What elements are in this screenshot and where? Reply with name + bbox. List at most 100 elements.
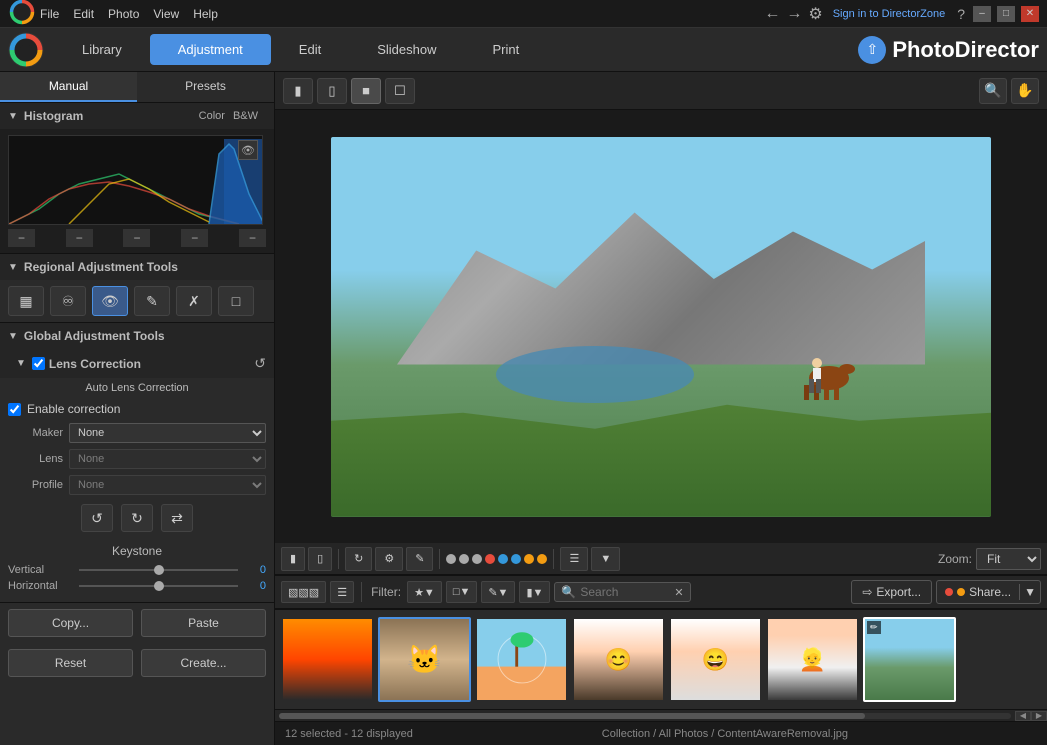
hist-minus1[interactable]: −: [8, 229, 35, 247]
hist-minus3[interactable]: −: [123, 229, 150, 247]
menu-help[interactable]: Help: [193, 7, 218, 21]
fs-list-btn[interactable]: ☰: [330, 581, 354, 603]
lens-rotate-left[interactable]: ↺: [81, 504, 113, 532]
dot-yellow2[interactable]: [537, 554, 547, 564]
vertical-slider-row: Vertical 0: [8, 564, 266, 576]
zoom-select[interactable]: Fit 25% 50% 100% 200%: [976, 548, 1041, 570]
reset-button[interactable]: Reset: [8, 649, 133, 677]
sub-tab-manual[interactable]: Manual: [0, 72, 137, 102]
filter-btn4[interactable]: ▮▼: [519, 581, 550, 603]
scroll-left-btn[interactable]: ◀: [1015, 711, 1031, 721]
export-button[interactable]: ⇨ Export...: [851, 580, 932, 604]
et-sort2[interactable]: ▼: [591, 547, 620, 571]
maximize-button[interactable]: □: [997, 6, 1015, 22]
tab-library[interactable]: Library: [54, 34, 150, 65]
filter-btn3[interactable]: ✎▼: [481, 581, 515, 603]
paste-button[interactable]: Paste: [141, 609, 266, 637]
dot-blue2[interactable]: [511, 554, 521, 564]
eye-tool[interactable]: 👁: [92, 286, 128, 316]
dot-gray3[interactable]: [472, 554, 482, 564]
lens-correction-header[interactable]: ▼ Lens Correction ↺: [0, 349, 274, 378]
filter-btn1[interactable]: ★▼: [407, 581, 442, 603]
menu-edit[interactable]: Edit: [73, 7, 94, 21]
et-adjust[interactable]: ⚙: [375, 547, 403, 571]
thumb-2[interactable]: 🐱: [378, 617, 471, 702]
dot-yellow[interactable]: [524, 554, 534, 564]
compare-view-btn[interactable]: ▯: [317, 78, 347, 104]
dot-blue[interactable]: [498, 554, 508, 564]
fullscreen-btn[interactable]: ☐: [385, 78, 415, 104]
dot-red[interactable]: [485, 554, 495, 564]
create-button[interactable]: Create...: [141, 649, 266, 677]
histogram-header[interactable]: ▼ Histogram Color B&W: [0, 103, 274, 129]
search-input[interactable]: [580, 585, 670, 599]
hist-minus2[interactable]: −: [66, 229, 93, 247]
regional-tools-header[interactable]: ▼ Regional Adjustment Tools: [0, 254, 274, 280]
maker-select[interactable]: None: [69, 423, 266, 443]
dot-gray[interactable]: [446, 554, 456, 564]
histogram-color-label[interactable]: Color: [199, 110, 225, 122]
enable-correction-checkbox[interactable]: [8, 403, 21, 416]
hist-minus4[interactable]: −: [181, 229, 208, 247]
crop-tool[interactable]: ▦: [8, 286, 44, 316]
healing-tool[interactable]: ✗: [176, 286, 212, 316]
rect-tool[interactable]: □: [218, 286, 254, 316]
rotate-tool[interactable]: ♾: [50, 286, 86, 316]
hand-tool-btn[interactable]: ✋: [1011, 78, 1039, 104]
histogram-eye-icon[interactable]: 👁: [238, 140, 258, 160]
et-view1[interactable]: ▮: [281, 547, 305, 571]
scroll-track[interactable]: [279, 713, 1011, 719]
forward-icon[interactable]: →: [786, 5, 802, 23]
lens-flip[interactable]: ⇄: [161, 504, 193, 532]
lens-rotate-right[interactable]: ↻: [121, 504, 153, 532]
dot-gray2[interactable]: [459, 554, 469, 564]
thumb-1[interactable]: [281, 617, 374, 702]
menu-photo[interactable]: Photo: [108, 7, 139, 21]
tab-slideshow[interactable]: Slideshow: [349, 34, 464, 65]
et-sort[interactable]: ☰: [560, 547, 588, 571]
lens-reset-icon[interactable]: ↺: [254, 355, 266, 372]
global-tools-header[interactable]: ▼ Global Adjustment Tools: [0, 323, 274, 349]
tab-edit[interactable]: Edit: [271, 34, 349, 65]
thumb-3[interactable]: [475, 617, 568, 702]
maker-label: Maker: [8, 427, 63, 439]
back-icon[interactable]: ←: [764, 5, 780, 23]
brush-tool[interactable]: ✎: [134, 286, 170, 316]
et-view2[interactable]: ▯: [308, 547, 332, 571]
search-clear-btn[interactable]: ✕: [674, 586, 683, 599]
filter-btn2[interactable]: □▼: [446, 581, 478, 603]
scroll-thumb[interactable]: [279, 713, 865, 719]
minimize-button[interactable]: –: [973, 6, 991, 22]
thumb-6[interactable]: 👱: [766, 617, 859, 702]
scroll-right-btn[interactable]: ▶: [1031, 711, 1047, 721]
sub-tab-presets[interactable]: Presets: [137, 72, 274, 102]
thumb-4[interactable]: 😊: [572, 617, 665, 702]
hist-minus5[interactable]: −: [239, 229, 266, 247]
menu-view[interactable]: View: [153, 7, 179, 21]
status-bar: 12 selected - 12 displayed Collection / …: [275, 721, 1047, 745]
profile-select[interactable]: None: [69, 475, 266, 495]
grid-view-btn[interactable]: ■: [351, 78, 381, 104]
horizontal-slider[interactable]: [79, 585, 238, 587]
help-icon[interactable]: ?: [957, 6, 965, 22]
settings-icon[interactable]: ⚙: [808, 4, 822, 24]
sign-in-link[interactable]: Sign in to DirectorZone: [833, 8, 946, 20]
lens-correction-checkbox[interactable]: [32, 357, 45, 370]
menu-file[interactable]: File: [40, 7, 59, 21]
et-flag[interactable]: ✎: [406, 547, 433, 571]
thumb-7[interactable]: ✏: [863, 617, 956, 702]
thumb-5[interactable]: 😄: [669, 617, 762, 702]
tab-adjustment[interactable]: Adjustment: [150, 34, 271, 65]
tab-print[interactable]: Print: [464, 34, 547, 65]
share-dropdown[interactable]: ▼: [1020, 585, 1040, 599]
share-button[interactable]: Share...: [937, 580, 1019, 604]
vertical-slider[interactable]: [79, 569, 238, 571]
lens-select[interactable]: None: [69, 449, 266, 469]
fs-grid-btn[interactable]: ▧▧▧: [281, 581, 326, 603]
copy-button[interactable]: Copy...: [8, 609, 133, 637]
single-view-btn[interactable]: ▮: [283, 78, 313, 104]
close-button[interactable]: ✕: [1021, 6, 1039, 22]
zoom-tool-btn[interactable]: 🔍: [979, 78, 1007, 104]
histogram-bw-label[interactable]: B&W: [233, 110, 258, 122]
et-rotate[interactable]: ↻: [345, 547, 372, 571]
